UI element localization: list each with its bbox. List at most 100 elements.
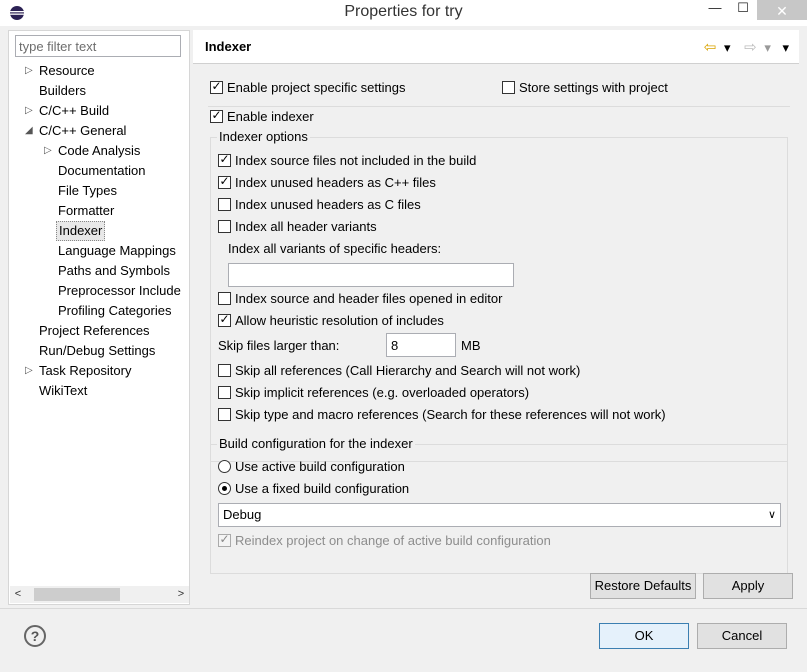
tree-item-label: Formatter [58,203,115,218]
radio-label: Use a fixed build configuration [235,481,410,496]
variants-specific-input[interactable] [228,263,514,287]
tree-item-label: C/C++ General [39,123,127,138]
fixed-config-select[interactable]: Debug ∨ [218,503,781,527]
ok-button[interactable]: OK [599,623,689,649]
index-opened-in-editor-checkbox[interactable]: Index source and header files opened in … [218,289,502,309]
tree-item[interactable]: ▷ Code Analysis [44,141,142,161]
tree-item-label: Profiling Categories [58,303,172,318]
variants-specific-label: Index all variants of specific headers: [228,241,442,256]
cancel-button[interactable]: Cancel [697,623,787,649]
build-config-label: Build configuration for the indexer [217,436,415,451]
enable-project-specific-checkbox[interactable]: Enable project specific settings [210,78,405,98]
use-active-config-radio[interactable]: Use active build configuration [218,457,405,477]
page-title: Indexer [205,39,252,54]
index-source-not-in-build-checkbox[interactable]: Index source files not included in the b… [218,151,476,171]
scroll-thumb[interactable] [34,588,120,601]
checkbox-label: Allow heuristic resolution of includes [235,313,444,328]
tree-item[interactable]: Profiling Categories [56,301,173,321]
collapsed-arrow-icon[interactable]: ▷ [44,141,54,161]
skip-type-macro-refs-checkbox[interactable]: Skip type and macro references (Search f… [218,405,666,425]
properties-page: Indexer ⇦ ▾ ⇨ ▾ ▾ Enable project specifi… [193,30,799,605]
tree-item[interactable]: Preprocessor Include [56,281,183,301]
navigation-pane: ▷ Resource Builders ▷ C/C++ Build ◢ C/C++ Gene… [8,30,190,605]
tree-item[interactable]: Project References [37,321,152,341]
checkbox-label: Index unused headers as C++ files [235,175,436,190]
tree-item[interactable]: WikiText [37,381,89,401]
tree-item-label: Documentation [58,163,146,178]
forward-arrow-icon[interactable]: ⇨ [744,38,757,56]
tree-item[interactable]: File Types [56,181,119,201]
view-menu-icon[interactable]: ▾ [782,40,789,56]
collapsed-arrow-icon[interactable]: ▷ [25,101,35,121]
tree-item[interactable]: Language Mappings [56,241,178,261]
enable-indexer-checkbox[interactable]: Enable indexer [210,107,314,127]
checkbox-icon [218,220,231,233]
tree-item[interactable]: ▷ Resource [25,61,97,81]
skip-all-refs-checkbox[interactable]: Skip all references (Call Hierarchy and … [218,361,580,381]
tree-item-label: Resource [39,63,95,78]
checkbox-icon [210,110,223,123]
tree-item[interactable]: Builders [37,81,88,101]
checkbox-label: Enable project specific settings [227,80,406,95]
skip-larger-input[interactable] [386,333,456,357]
collapsed-arrow-icon[interactable]: ▷ [25,361,35,381]
expanded-arrow-icon[interactable]: ◢ [25,121,35,141]
tree-item[interactable]: Paths and Symbols [56,261,172,281]
checkbox-label: Index all header variants [235,219,377,234]
checkbox-icon [210,81,223,94]
checkbox-icon [218,292,231,305]
index-all-header-variants-checkbox[interactable]: Index all header variants [218,217,377,237]
tree-item[interactable]: ◢ C/C++ General [25,121,128,141]
tree-item[interactable]: Documentation [56,161,147,181]
tree-item-label: C/C++ Build [39,103,110,118]
tree-item[interactable]: ▷ Task Repository [25,361,133,381]
restore-defaults-button[interactable]: Restore Defaults [590,573,696,599]
tree-item-label: Project References [39,323,150,338]
tree-item[interactable]: Formatter [56,201,116,221]
checkbox-icon [218,534,231,547]
checkbox-icon [218,154,231,167]
skip-larger-unit: MB [461,338,481,353]
page-header: Indexer ⇦ ▾ ⇨ ▾ ▾ [193,30,799,64]
tree-item-label: Language Mappings [58,243,176,258]
maximize-button[interactable]: ☐ [730,0,756,20]
checkbox-icon [218,198,231,211]
scroll-right-icon[interactable]: > [173,586,189,603]
apply-button[interactable]: Apply [703,573,793,599]
radio-icon [218,460,231,473]
index-unused-cpp-checkbox[interactable]: Index unused headers as C++ files [218,173,436,193]
store-with-project-checkbox[interactable]: Store settings with project [502,78,668,98]
tree-item-label: Preprocessor Include [58,283,181,298]
help-icon[interactable]: ? [24,625,46,647]
tree-item[interactable]: Indexer [56,221,106,241]
checkbox-icon [218,386,231,399]
back-menu-icon[interactable]: ▾ [724,40,731,56]
checkbox-label: Index unused headers as C files [235,197,421,212]
checkbox-label: Skip implicit references (e.g. overloade… [235,385,530,400]
checkbox-icon [218,176,231,189]
checkbox-label: Enable indexer [227,109,314,124]
tree-item[interactable]: ▷ C/C++ Build [25,101,111,121]
use-fixed-config-radio[interactable]: Use a fixed build configuration [218,479,409,499]
page-content: Enable project specific settings Store s… [193,64,799,605]
checkbox-label: Index source files not included in the b… [235,153,477,168]
dialog-button-bar: ? OK Cancel [0,608,807,672]
tree-item-label: Code Analysis [58,143,141,158]
tree-item-label: Indexer [59,223,103,238]
scroll-left-icon[interactable]: < [10,586,26,603]
forward-menu-icon[interactable]: ▾ [764,40,771,56]
back-arrow-icon[interactable]: ⇦ [704,38,717,56]
skip-implicit-refs-checkbox[interactable]: Skip implicit references (e.g. overloade… [218,383,529,403]
filter-input[interactable] [15,35,181,57]
minimize-button[interactable]: — [700,0,730,20]
radio-icon [218,482,231,495]
horizontal-scrollbar[interactable]: < > [10,586,189,603]
heuristic-resolution-checkbox[interactable]: Allow heuristic resolution of includes [218,311,444,331]
close-button[interactable]: ✕ [757,0,807,20]
collapsed-arrow-icon[interactable]: ▷ [25,61,35,81]
tree-item-label: Paths and Symbols [58,263,171,278]
index-unused-c-checkbox[interactable]: Index unused headers as C files [218,195,421,215]
tree-item[interactable]: Run/Debug Settings [37,341,157,361]
checkbox-label: Store settings with project [519,80,668,95]
tree-item-label: Builders [39,83,86,98]
